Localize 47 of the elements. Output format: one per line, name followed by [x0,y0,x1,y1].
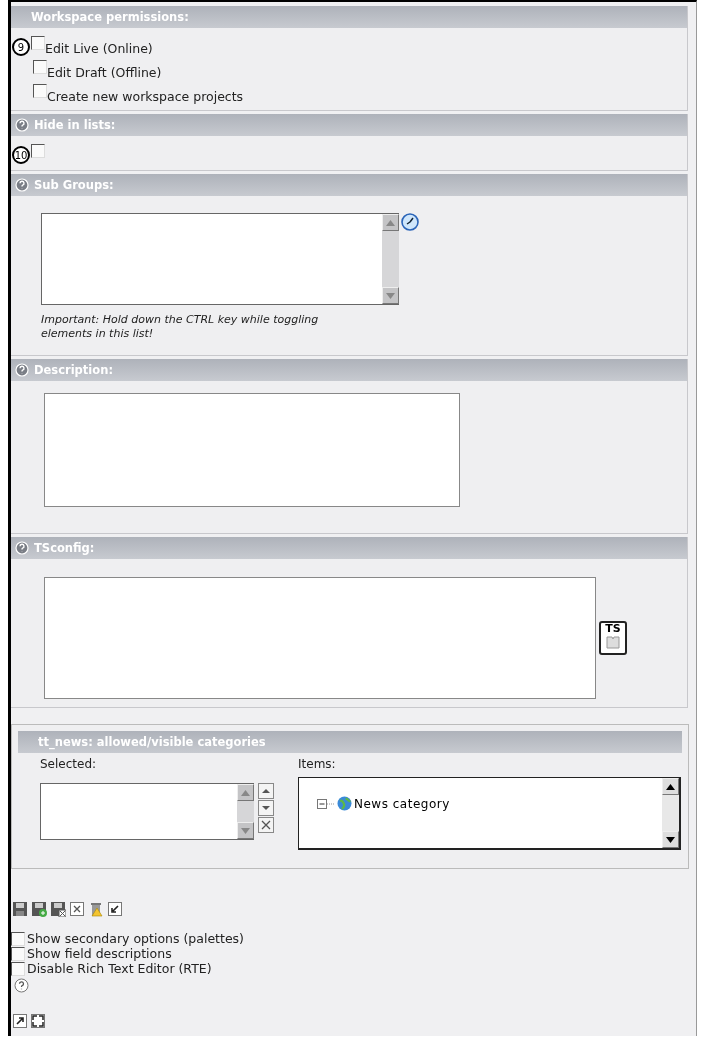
save-close-icon[interactable] [50,901,66,917]
help-icon[interactable] [14,978,29,993]
checkbox[interactable] [33,60,47,74]
scroll-down-icon[interactable] [666,836,675,843]
section-title: Description: [34,363,113,377]
section-title: TSconfig: [34,541,95,555]
multi-select-list[interactable] [41,213,399,305]
checkbox-label: Show secondary options (palettes) [27,931,244,946]
globe-icon [337,796,352,811]
tree-item[interactable]: News category [354,796,450,811]
delete-warning-icon[interactable] [88,901,104,917]
checkbox[interactable] [11,946,25,961]
checkbox-label: Edit Live (Online) [45,41,153,56]
close-icon[interactable] [69,901,85,917]
scroll-up-icon[interactable] [666,783,675,790]
items-label: Items: [298,757,337,771]
move-down-icon[interactable] [258,800,274,816]
typoscript-button[interactable]: TS [599,621,627,655]
open-new-window-icon[interactable] [12,1013,28,1029]
checkbox[interactable] [31,36,45,50]
scrollbar[interactable] [662,778,679,848]
checkbox-label: Create new workspace projects [47,89,244,104]
checkbox[interactable] [11,961,25,976]
remove-icon[interactable] [258,817,274,833]
clock-icon[interactable] [401,213,419,231]
checkbox-label: Disable Rich Text Editor (RTE) [27,961,212,976]
selected-label: Selected: [40,757,98,771]
selected-list[interactable] [40,783,254,840]
step-marker: 9 [12,38,30,56]
undo-icon[interactable] [107,901,123,917]
step-marker: 10 [12,146,30,164]
checkbox-label: Edit Draft (Offline) [47,65,162,80]
collapse-icon[interactable] [317,798,335,809]
fullscreen-icon[interactable] [30,1013,46,1029]
checkbox[interactable] [11,931,25,946]
section-title: Hide in lists: [34,118,116,132]
section-title: Workspace permissions: [31,10,189,24]
hint-text: Important: Hold down the CTRL key while toggling elements in this list! [41,313,320,341]
checkbox-label: Show field descriptions [27,946,172,961]
text-area[interactable] [44,393,460,507]
save-icon[interactable] [12,901,28,917]
checkbox[interactable] [31,144,45,158]
save-new-icon[interactable] [31,901,47,917]
move-up-icon[interactable] [258,783,274,799]
section-title: tt_news: allowed/visible categories [38,735,266,749]
section-title: Sub Groups: [34,178,114,192]
checkbox[interactable] [33,84,47,98]
